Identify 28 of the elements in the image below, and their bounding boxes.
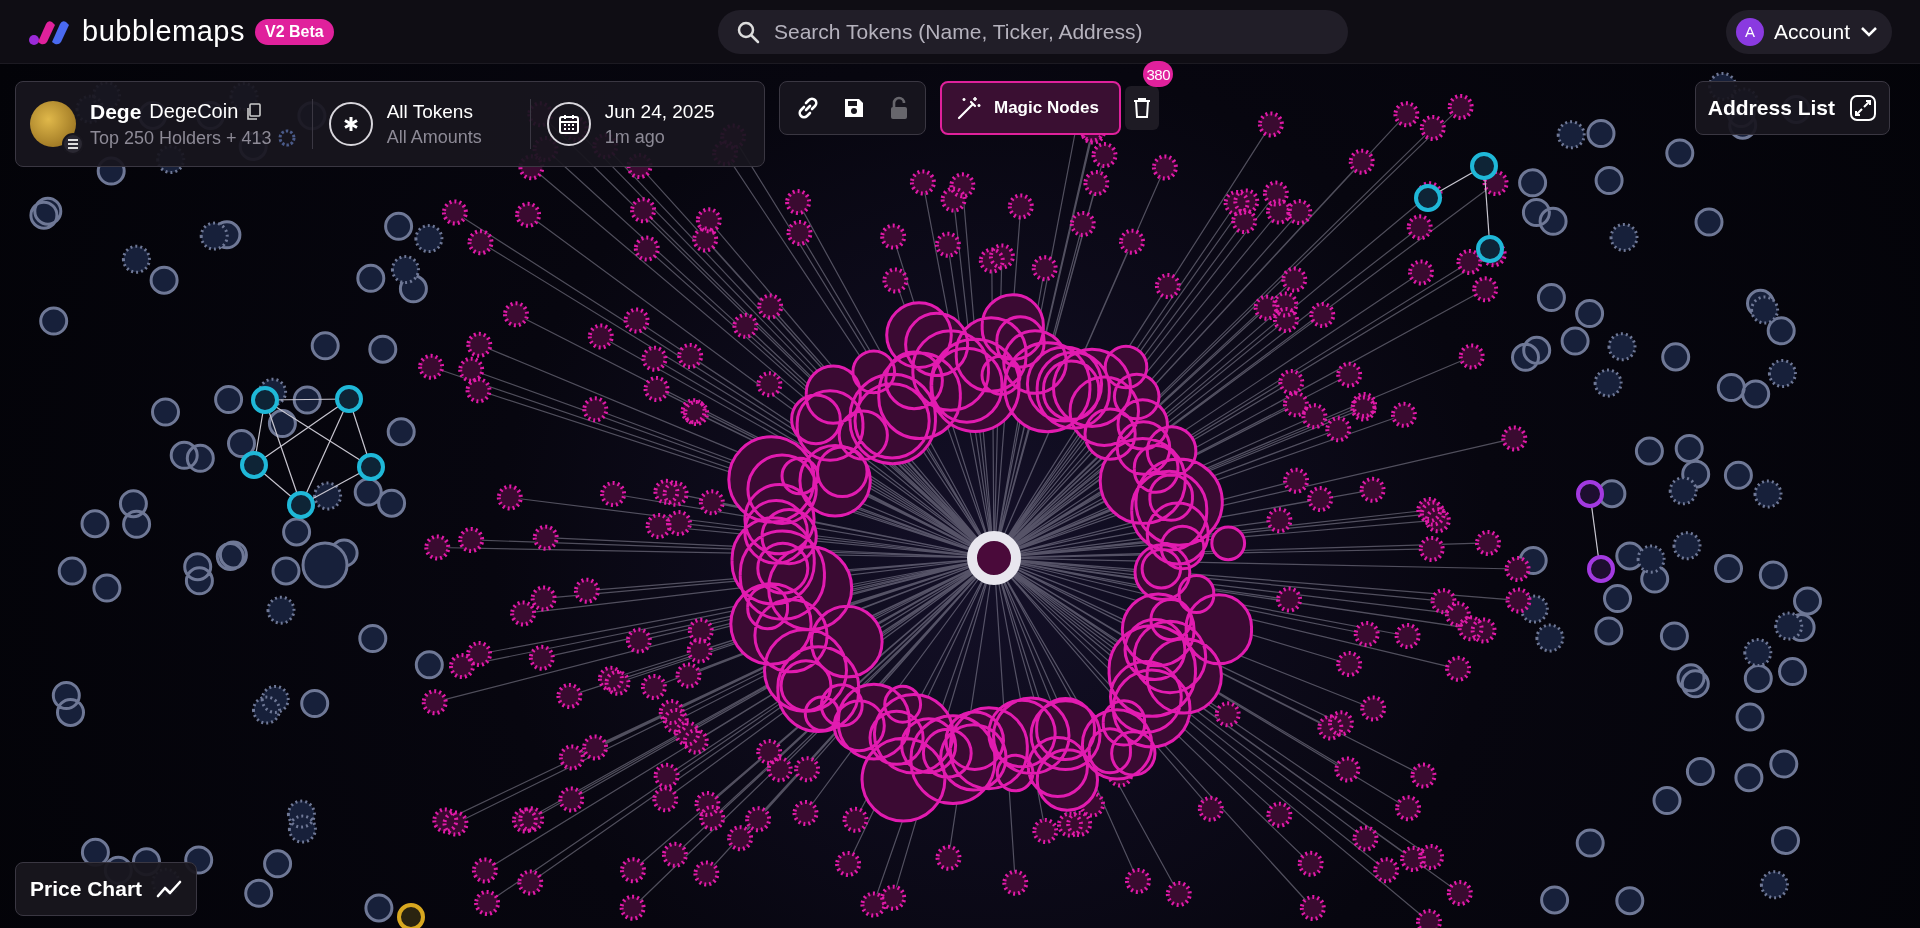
calendar-icon[interactable] xyxy=(546,102,591,146)
search-icon xyxy=(736,19,760,44)
logo-text: bubblemaps xyxy=(82,15,245,48)
account-avatar: A xyxy=(1736,17,1765,46)
holders-text: Top 250 Holders + 413 xyxy=(90,127,272,149)
magic-wand-icon xyxy=(956,95,982,121)
trend-line-icon xyxy=(156,880,183,898)
trash-icon[interactable] xyxy=(1125,86,1159,130)
version-badge: V2 Beta xyxy=(255,18,334,45)
loading-icon xyxy=(277,129,296,147)
chain-icon xyxy=(62,133,84,155)
date-subtitle: 1m ago xyxy=(604,126,666,148)
token-symbol: Dege xyxy=(90,99,142,124)
asterisk-icon[interactable] xyxy=(328,102,373,146)
date-title: Jun 24, 2025 xyxy=(604,100,715,123)
account-button[interactable]: A Account xyxy=(1726,9,1892,54)
token-logo xyxy=(30,101,76,147)
search-field[interactable]: Search Tokens (Name, Ticker, Address) xyxy=(718,9,1348,54)
copy-icon[interactable] xyxy=(246,102,263,121)
chevron-down-icon xyxy=(1860,25,1878,38)
filter-title: All Tokens xyxy=(386,100,474,123)
token-name: DegeCoin xyxy=(149,100,239,123)
price-chart-button[interactable]: Price Chart xyxy=(15,862,198,916)
expand-icon xyxy=(1849,94,1877,122)
magic-nodes-button[interactable]: Magic Nodes xyxy=(940,81,1121,135)
address-list-button[interactable]: Address List xyxy=(1694,81,1890,135)
count-badge: 380 xyxy=(1143,61,1173,87)
filter-subtitle: All Amounts xyxy=(386,126,482,148)
